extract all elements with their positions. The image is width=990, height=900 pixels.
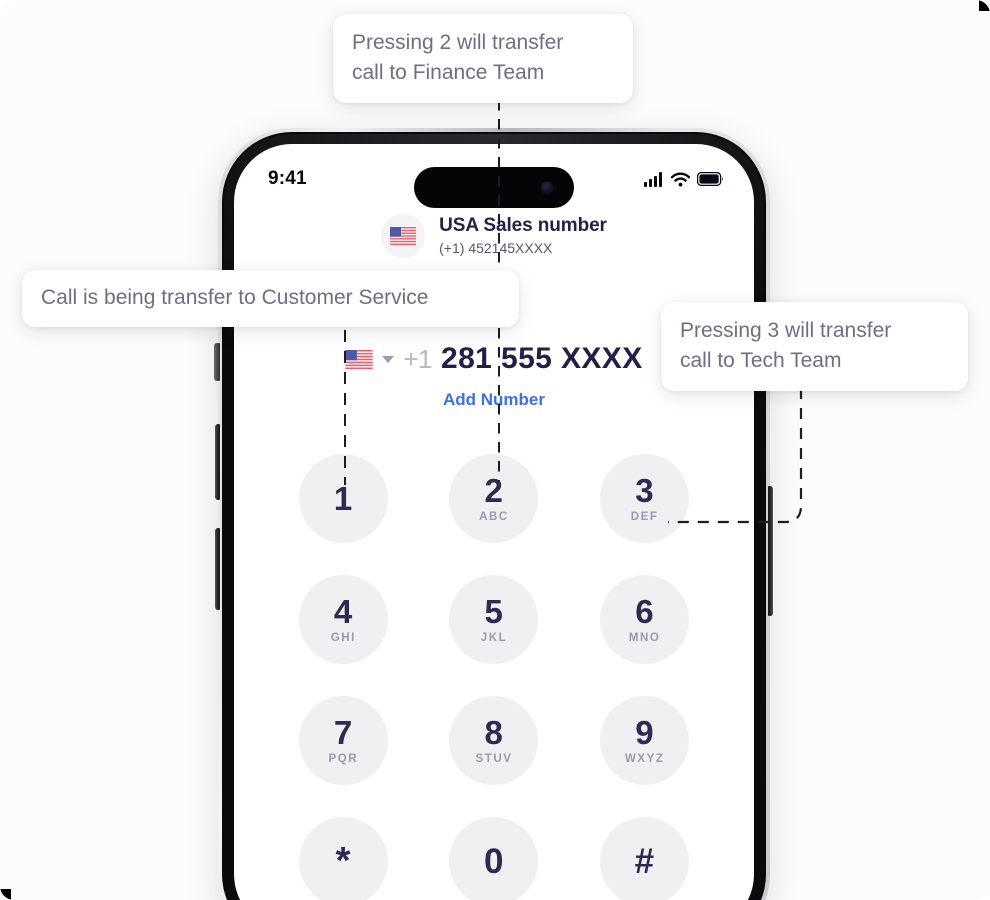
status-time: 9:41 bbox=[268, 168, 307, 189]
keypad-key-5[interactable]: 5 JKL bbox=[449, 575, 539, 664]
keypad-key-6[interactable]: 6 MNO bbox=[600, 575, 690, 664]
contact-text: USA Sales number (+1) 452145XXXX bbox=[439, 215, 607, 257]
keypad-key-letters: STUV bbox=[475, 752, 513, 765]
keypad-key-2[interactable]: 2 ABC bbox=[449, 454, 539, 543]
keypad-key-letters: DEF bbox=[630, 510, 659, 523]
keypad-key-digit: # bbox=[634, 842, 655, 881]
usa-flag-icon bbox=[345, 349, 374, 369]
battery-icon bbox=[697, 172, 723, 186]
keypad-key-digit: 8 bbox=[484, 713, 504, 751]
contact-header: USA Sales number (+1) 452145XXXX bbox=[234, 214, 754, 258]
tooltip-tech-transfer: Pressing 3 will transfer call to Tech Te… bbox=[661, 302, 968, 391]
country-code-selector[interactable] bbox=[345, 349, 395, 369]
usa-flag-icon bbox=[390, 227, 417, 245]
tooltip-customer-service: Call is being transfer to Customer Servi… bbox=[22, 270, 519, 327]
avatar bbox=[381, 214, 426, 258]
keypad-key-7[interactable]: 7 PQR bbox=[298, 696, 388, 785]
volume-down-button[interactable] bbox=[215, 528, 220, 610]
keypad-key-letters: ABC bbox=[479, 510, 509, 523]
keypad-key-digit: 7 bbox=[333, 713, 353, 751]
keypad-key-letters: WXYZ bbox=[624, 752, 665, 765]
status-bar: 9:41 bbox=[234, 144, 754, 208]
chevron-down-icon bbox=[382, 355, 395, 363]
contact-number: (+1) 452145XXXX bbox=[439, 240, 553, 256]
keypad-key-star[interactable]: * bbox=[298, 817, 388, 900]
keypad-key-digit: 1 bbox=[333, 480, 353, 517]
keypad-key-digit: 6 bbox=[635, 592, 655, 630]
connector-line-tech bbox=[668, 388, 803, 524]
wifi-icon bbox=[671, 172, 690, 186]
phone-number-input[interactable]: 281 555 XXXX bbox=[441, 342, 643, 376]
cellular-signal-icon bbox=[644, 171, 662, 187]
keypad-key-hash[interactable]: # bbox=[600, 817, 690, 900]
corner-marker-bottom-left bbox=[0, 889, 11, 900]
tooltip-finance-transfer: Pressing 2 will transfer call to Finance… bbox=[333, 14, 633, 103]
contact-name: USA Sales number bbox=[439, 215, 607, 237]
keypad-key-letters: MNO bbox=[628, 631, 661, 644]
keypad-key-4[interactable]: 4 GHI bbox=[298, 575, 388, 664]
page-canvas: 9:41 USA Sales number (+1) 452145XXXX +1… bbox=[0, 0, 990, 900]
keypad-key-digit: 9 bbox=[635, 713, 655, 751]
keypad-key-letters: PQR bbox=[328, 752, 359, 765]
keypad-key-0[interactable]: 0 bbox=[449, 817, 539, 900]
connector-line-customer bbox=[344, 330, 346, 485]
keypad-key-8[interactable]: 8 STUV bbox=[449, 696, 539, 785]
country-code-text: +1 bbox=[403, 343, 433, 374]
keypad-key-letters: GHI bbox=[330, 631, 356, 644]
keypad-key-digit: 3 bbox=[635, 471, 655, 509]
keypad-key-digit: 2 bbox=[484, 471, 504, 509]
keypad-key-9[interactable]: 9 WXYZ bbox=[600, 696, 690, 785]
keypad-key-digit: * bbox=[335, 840, 351, 883]
corner-marker-top-right bbox=[979, 0, 990, 11]
status-icons bbox=[644, 166, 724, 187]
mute-switch[interactable] bbox=[214, 343, 220, 381]
keypad-key-digit: 5 bbox=[484, 592, 504, 630]
keypad-key-letters: JKL bbox=[480, 631, 508, 644]
keypad-key-digit: 0 bbox=[484, 842, 504, 881]
volume-up-button[interactable] bbox=[215, 424, 220, 500]
keypad-key-digit: 4 bbox=[333, 592, 353, 630]
